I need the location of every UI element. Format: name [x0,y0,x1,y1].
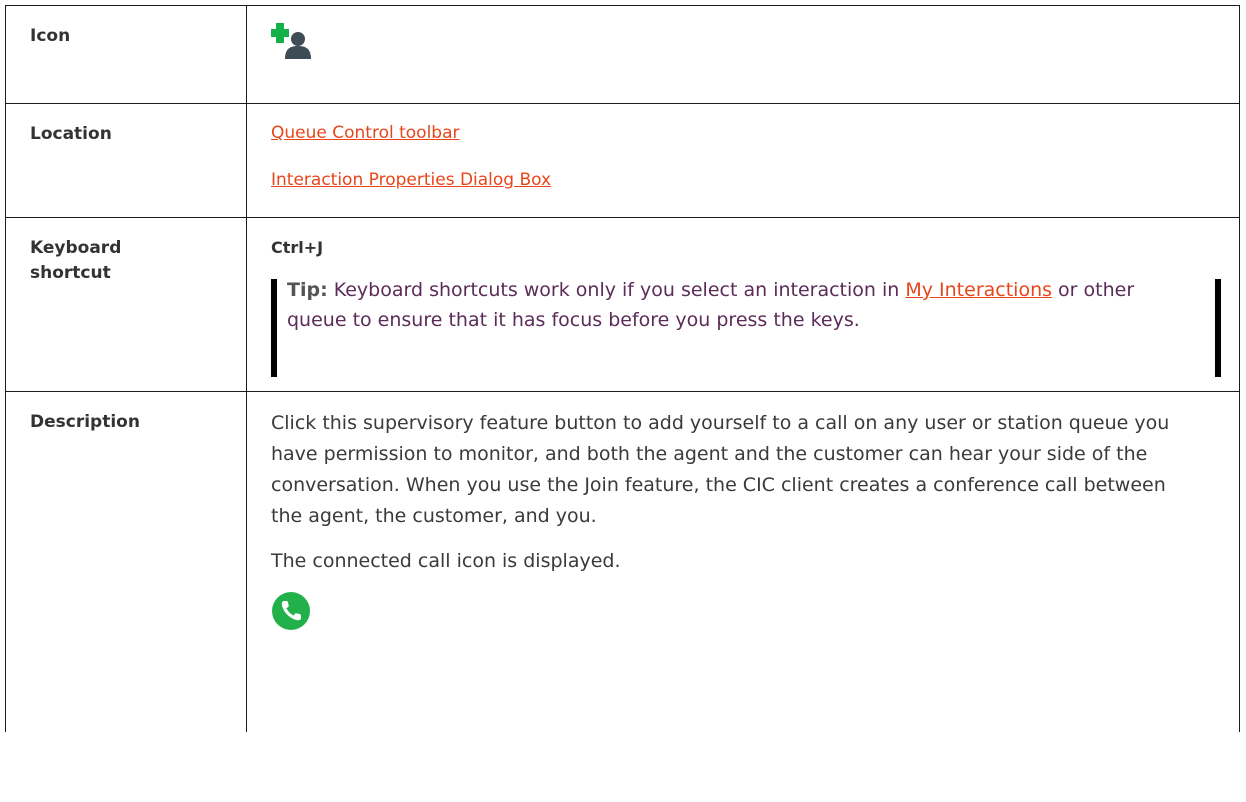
link-interaction-properties-dialog[interactable]: Interaction Properties Dialog Box [271,170,551,190]
tip-left-bar [271,279,277,377]
tip-label: Tip: [287,279,328,301]
row-icon: Icon [5,5,1240,104]
join-user-plus-icon [271,19,311,63]
link-queue-control-toolbar[interactable]: Queue Control toolbar [271,123,460,143]
connected-call-icon [271,591,311,641]
tip-right-bar [1215,279,1221,377]
row-description: Description Click this supervisory featu… [5,391,1240,732]
row-label-description: Description [30,412,140,432]
row-keyboard-shortcut: Keyboard shortcut Ctrl+J Tip: Keyboard s… [5,217,1240,392]
reference-table: Icon Location Queue Control toolbar Inte… [5,5,1240,732]
row-label-location: Location [30,124,112,144]
row-label-icon: Icon [30,26,71,46]
row-label-keyboard-shortcut: Keyboard shortcut [30,238,122,283]
keyboard-shortcut-value: Ctrl+J [271,238,324,257]
tip-callout: Tip: Keyboard shortcuts work only if you… [271,275,1221,377]
row-location: Location Queue Control toolbar Interacti… [5,103,1240,218]
description-paragraph-1: Click this supervisory feature button to… [271,412,1170,527]
description-paragraph-2: The connected call icon is displayed. [271,550,621,572]
tip-text-before: Keyboard shortcuts work only if you sele… [327,279,906,301]
link-my-interactions[interactable]: My Interactions [905,279,1052,301]
